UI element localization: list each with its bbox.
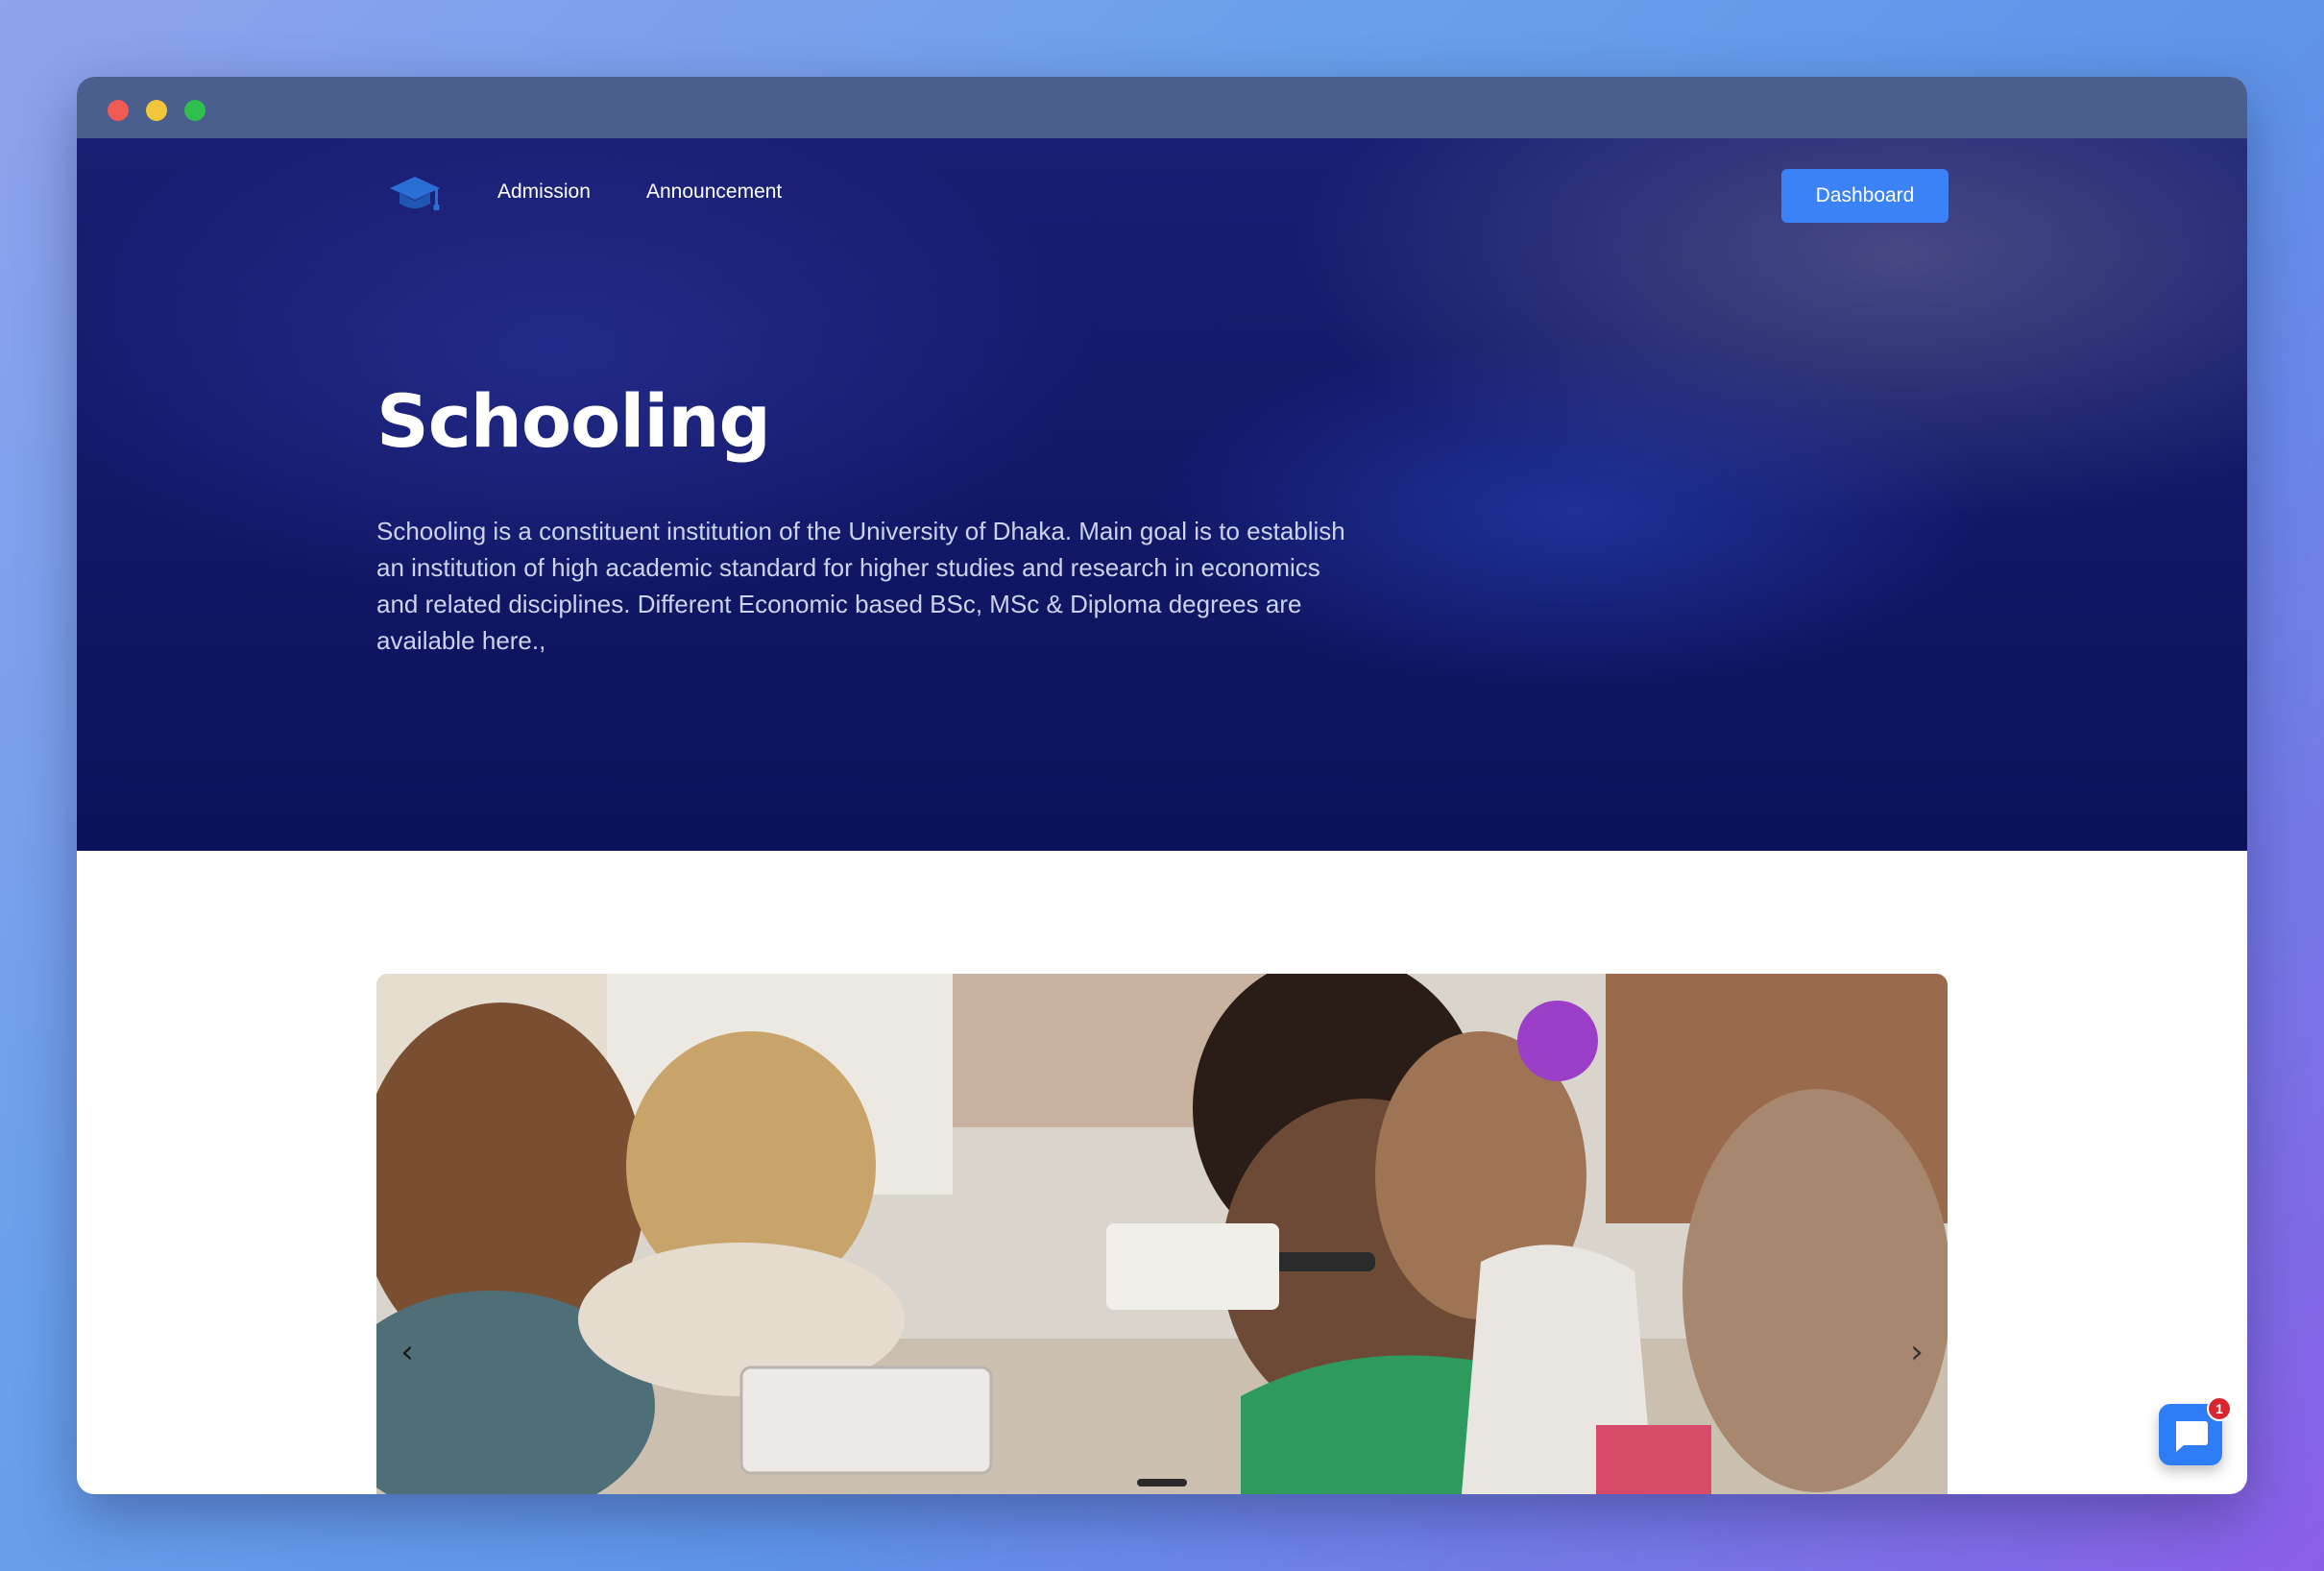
chevron-left-icon[interactable]: ‹	[388, 1333, 426, 1371]
window-titlebar	[77, 77, 2247, 138]
classroom-photo	[376, 974, 1948, 1494]
nav-link-announcement[interactable]: Announcement	[646, 181, 782, 204]
maximize-window-dot[interactable]	[184, 100, 206, 121]
minimize-window-dot[interactable]	[146, 100, 167, 121]
close-window-dot[interactable]	[108, 100, 129, 121]
image-carousel[interactable]: ‹ ›	[376, 974, 1948, 1494]
browser-window: Admission Announcement Dashboard Schooli…	[77, 77, 2247, 1494]
nav-link-admission[interactable]: Admission	[497, 181, 591, 204]
hero-description: Schooling is a constituent institution o…	[376, 517, 1345, 655]
top-navbar: Admission Announcement Dashboard	[77, 138, 2247, 254]
hero-section: Admission Announcement Dashboard Schooli…	[77, 138, 2247, 851]
graduation-cap-icon[interactable]	[386, 171, 444, 219]
notification-badge: 1	[2207, 1396, 2232, 1421]
page-title: Schooling	[376, 378, 771, 464]
dashboard-button[interactable]: Dashboard	[1781, 169, 1949, 223]
chevron-right-icon[interactable]: ›	[1898, 1333, 1936, 1371]
carousel-indicator[interactable]	[1137, 1479, 1187, 1486]
chat-button[interactable]: 1	[2159, 1396, 2232, 1465]
